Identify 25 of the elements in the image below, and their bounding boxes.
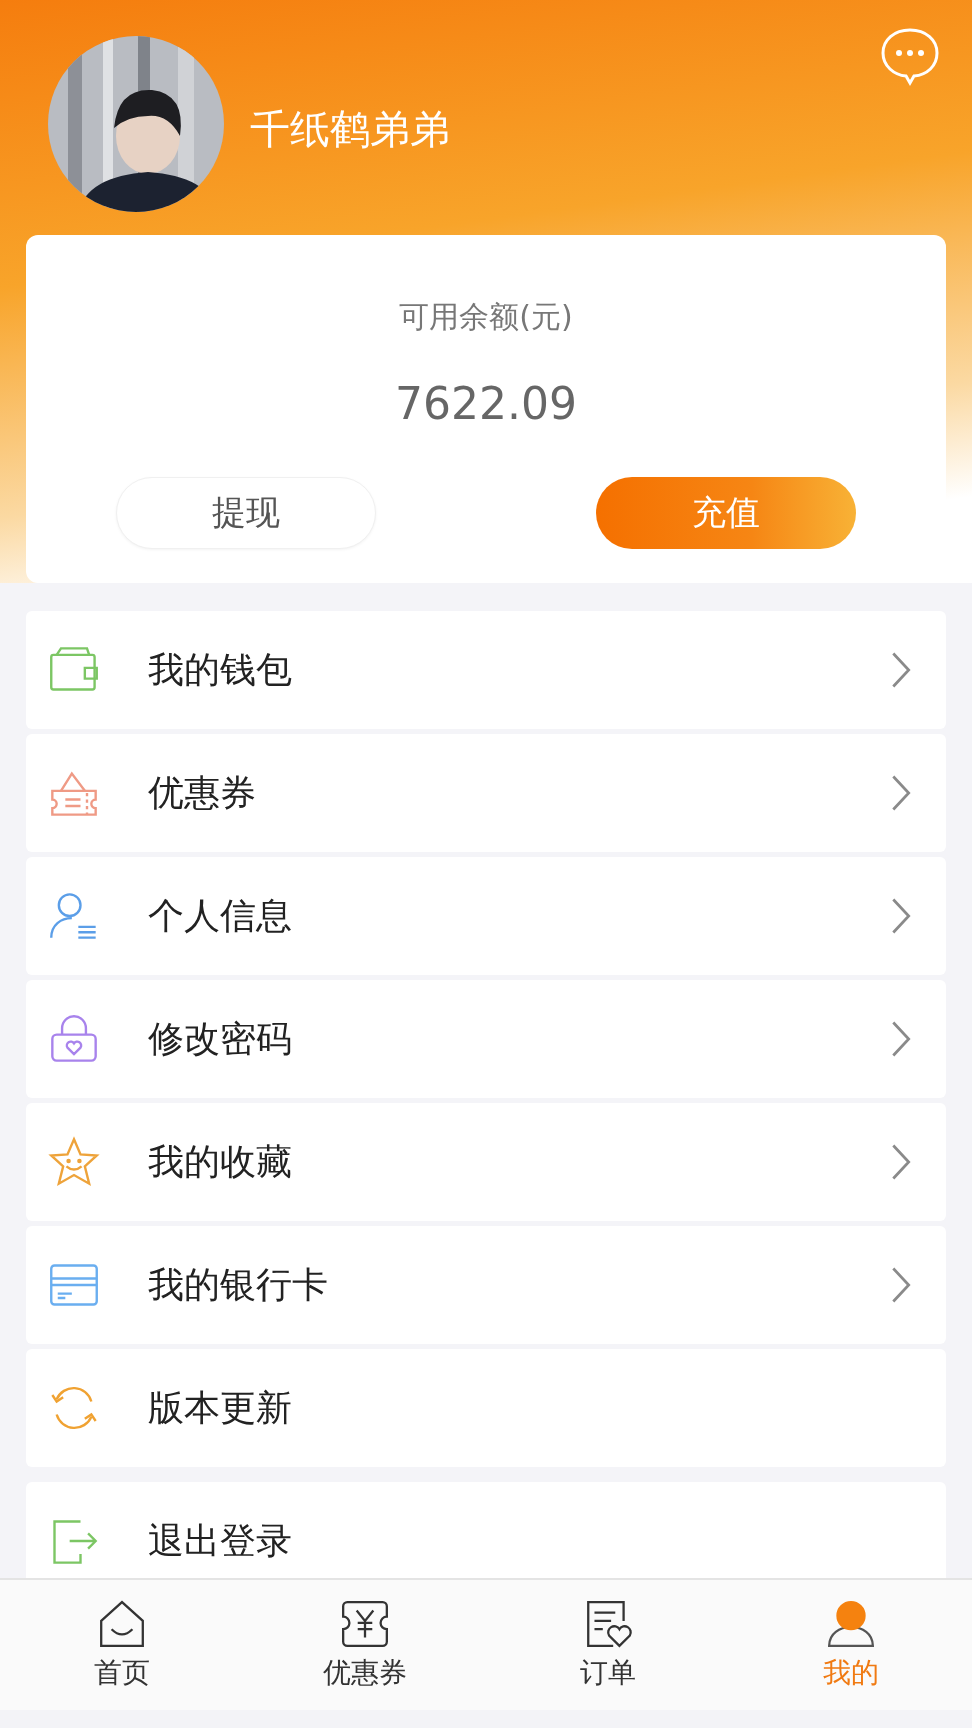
menu-label: 版本更新 bbox=[148, 1385, 293, 1430]
menu-item[interactable]: 我的银行卡 bbox=[26, 1226, 946, 1344]
menu-label: 个人信息 bbox=[148, 893, 293, 938]
menu-item[interactable]: 我的收藏 bbox=[26, 1103, 946, 1221]
menu-label: 退出登录 bbox=[148, 1518, 293, 1563]
menu-label: 修改密码 bbox=[148, 1016, 293, 1061]
tab[interactable]: 首页 bbox=[0, 1580, 243, 1710]
menu-item[interactable]: 版本更新 bbox=[26, 1349, 946, 1467]
menu-label: 优惠券 bbox=[148, 770, 257, 815]
tab[interactable]: 优惠券 bbox=[243, 1580, 486, 1710]
menu-item[interactable]: 修改密码 bbox=[26, 980, 946, 1098]
balance-label: 可用余额(元) bbox=[399, 298, 573, 336]
user-name: 千纸鹤弟弟 bbox=[250, 104, 450, 154]
menu-item[interactable]: 优惠券 bbox=[26, 734, 946, 852]
menu-item[interactable]: 个人信息 bbox=[26, 857, 946, 975]
lock-icon bbox=[48, 1013, 100, 1065]
menu-item[interactable]: 退出登录 bbox=[26, 1482, 946, 1578]
menu-label: 我的钱包 bbox=[148, 647, 293, 692]
tab[interactable]: 订单 bbox=[486, 1580, 729, 1710]
balance-amount: 7622.09 bbox=[395, 378, 577, 429]
star-icon bbox=[48, 1136, 100, 1188]
menu-item[interactable]: 我的钱包 bbox=[26, 611, 946, 729]
menu-label: 我的银行卡 bbox=[148, 1262, 329, 1307]
withdraw-button[interactable]: 提现 bbox=[116, 477, 376, 549]
menu-label: 我的收藏 bbox=[148, 1139, 293, 1184]
